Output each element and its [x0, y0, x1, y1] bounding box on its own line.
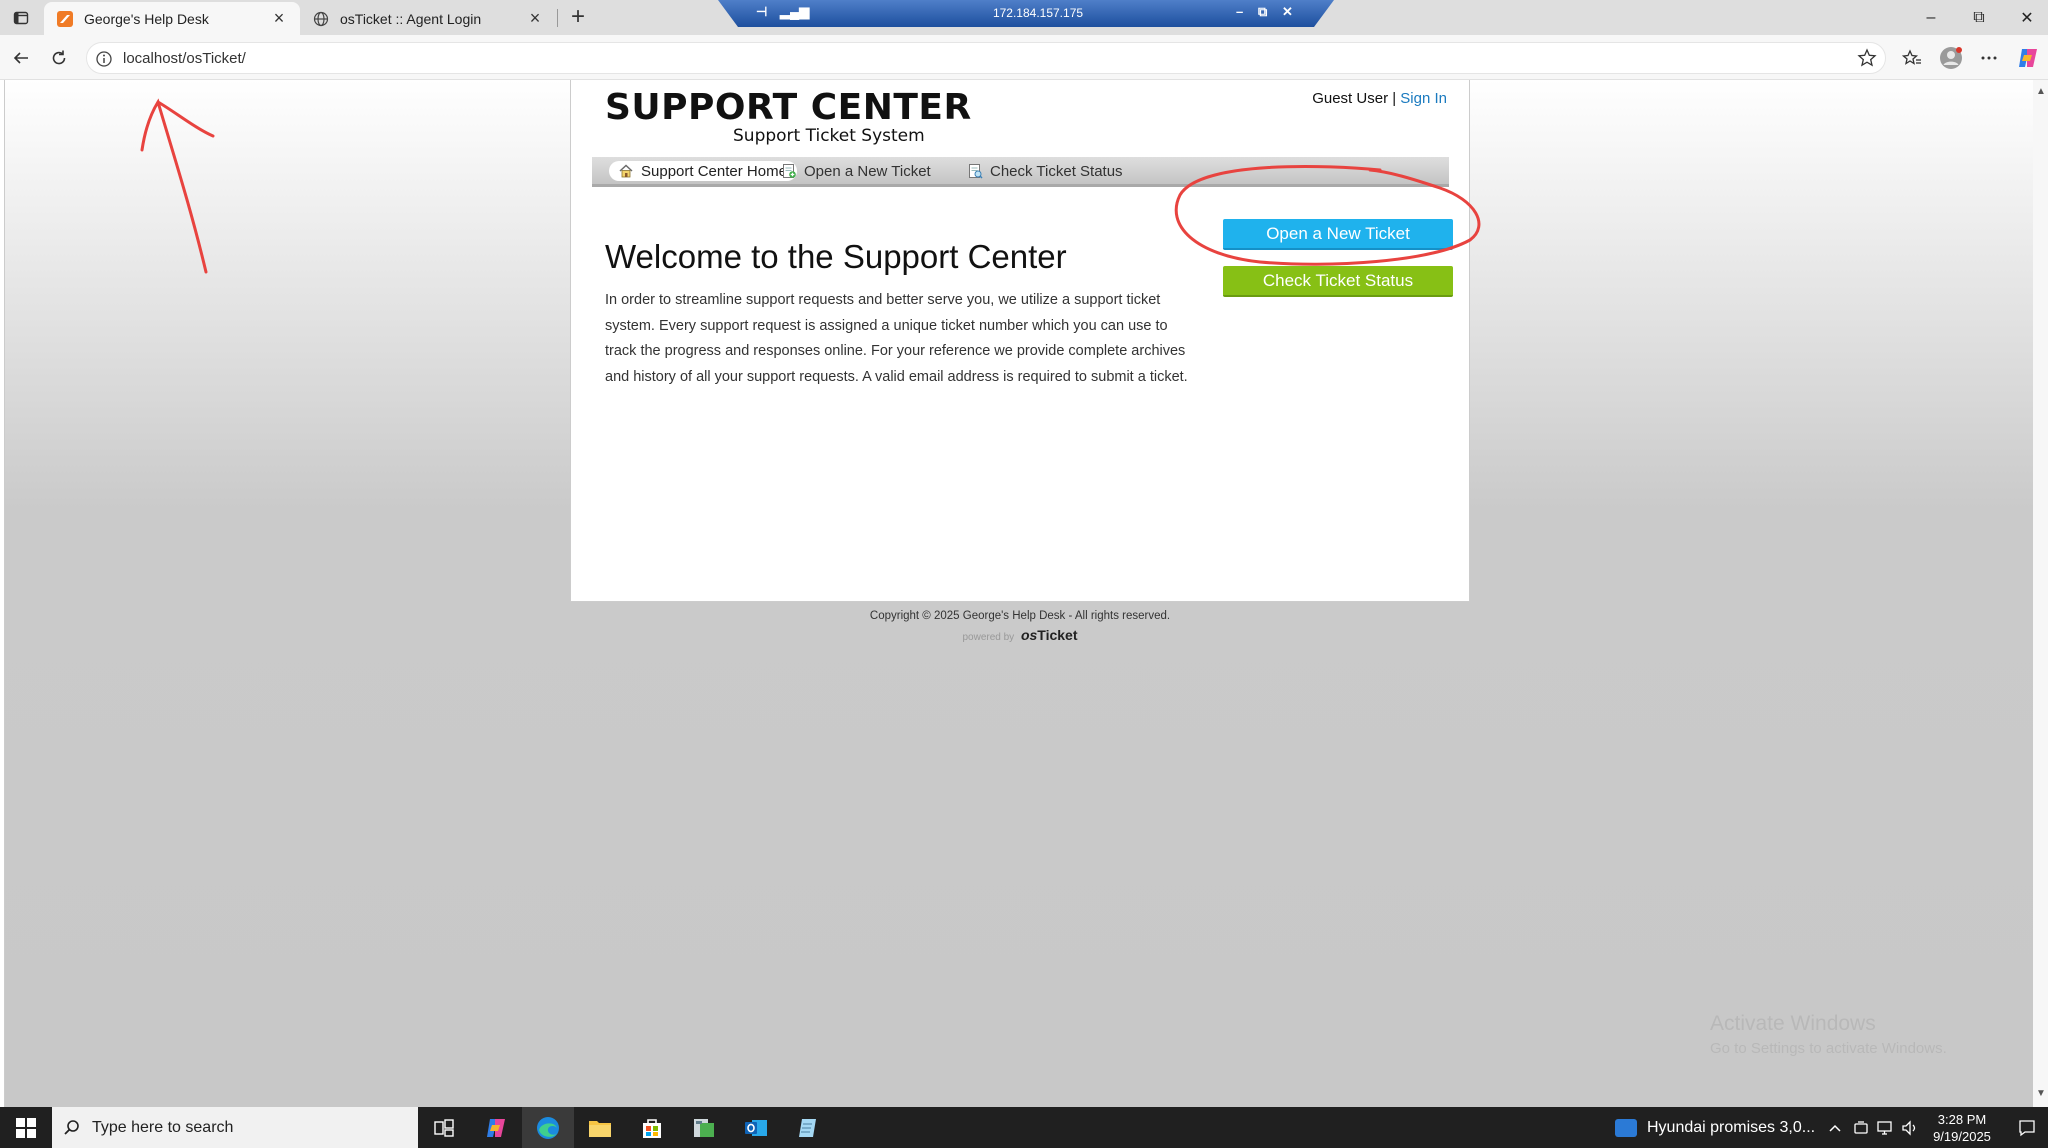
meet-now-icon[interactable]: [1853, 1107, 1869, 1148]
news-headline: Hyundai promises 3,0...: [1647, 1118, 1816, 1136]
browser-tab-strip: George's Help Desk × osTicket :: Agent L…: [0, 0, 2048, 35]
intro-paragraph: In order to streamline support requests …: [605, 292, 1188, 386]
minimize-icon[interactable]: –: [1236, 4, 1243, 19]
sign-in-link[interactable]: Sign In: [1400, 90, 1447, 107]
support-center-logo[interactable]: SUPPORT CENTER Support Ticket System: [605, 87, 972, 147]
check-ticket-status-button[interactable]: Check Ticket Status: [1223, 266, 1453, 297]
open-new-ticket-button[interactable]: Open a New Ticket: [1223, 219, 1453, 250]
window-minimize-button[interactable]: –: [1908, 4, 1954, 32]
news-widget[interactable]: Hyundai promises 3,0...: [1615, 1107, 1815, 1148]
notepad-icon[interactable]: [782, 1107, 834, 1148]
tab-title: George's Help Desk: [84, 10, 209, 27]
volume-icon[interactable]: [1901, 1107, 1919, 1148]
new-tab-button[interactable]: +: [565, 5, 591, 31]
profile-avatar[interactable]: [1937, 44, 1965, 72]
outlook-icon[interactable]: [730, 1107, 782, 1148]
favorite-star-icon[interactable]: [1857, 48, 1877, 68]
taskbar-clock[interactable]: 3:28 PM 9/19/2025: [1920, 1111, 2004, 1145]
activate-windows-watermark: Activate Windows Go to Settings to activ…: [1710, 1012, 1947, 1057]
back-button[interactable]: [7, 44, 35, 72]
remote-desktop-bar: ⊣ ▂▄▆ 172.184.157.175 – ⧉ ✕: [718, 0, 1334, 27]
file-manager-app-icon[interactable]: [678, 1107, 730, 1148]
nav-label: Check Ticket Status: [990, 162, 1123, 180]
scroll-down-arrow-icon[interactable]: ▼: [2036, 1088, 2046, 1099]
signal-icon: ▂▄▆: [780, 4, 810, 19]
brand-ticket: Ticket: [1037, 627, 1078, 643]
copyright-text: Copyright © 2025 George's Help Desk - Al…: [869, 610, 1171, 622]
pin-icon[interactable]: ⊣: [756, 4, 767, 20]
user-links: Guest User | Sign In: [1312, 90, 1447, 107]
ticket-status-icon: [966, 162, 984, 180]
main-nav: Support Center Home Open a New Ticket Ch…: [592, 157, 1449, 187]
tab-separator: [557, 9, 558, 27]
nav-support-center-home[interactable]: Support Center Home: [609, 161, 797, 181]
edge-browser-icon[interactable]: [522, 1107, 574, 1148]
nav-open-new-ticket[interactable]: Open a New Ticket: [772, 161, 941, 181]
window-close-button[interactable]: ✕: [2004, 4, 2048, 32]
search-icon: [52, 1119, 92, 1137]
clock-time: 3:28 PM: [1937, 1112, 1987, 1127]
task-view-icon[interactable]: [418, 1107, 470, 1148]
restore-icon[interactable]: ⧉: [1258, 4, 1267, 20]
logo-title: SUPPORT CENTER: [605, 87, 972, 128]
favorites-icon[interactable]: [1898, 44, 1926, 72]
logo-subtitle: Support Ticket System: [733, 126, 925, 146]
page-viewport: SUPPORT CENTER Support Ticket System Gue…: [4, 80, 2033, 1107]
globe-icon: [312, 10, 330, 28]
guest-user-label: Guest User: [1312, 90, 1389, 107]
info-icon[interactable]: [95, 50, 113, 68]
notification-center-icon[interactable]: [2006, 1107, 2048, 1148]
windows-taskbar: Type here to search Hyundai promises 3,0…: [0, 1107, 2048, 1148]
tab-actions-icon[interactable]: [10, 7, 32, 29]
file-explorer-icon[interactable]: [574, 1107, 626, 1148]
tab-helpdesk[interactable]: George's Help Desk ×: [44, 2, 300, 35]
watermark-subtitle: Go to Settings to activate Windows.: [1710, 1040, 1947, 1057]
page-title: Welcome to the Support Center: [605, 238, 1067, 275]
show-hidden-icons[interactable]: [1828, 1107, 1842, 1148]
taskbar-search-box[interactable]: Type here to search: [52, 1107, 418, 1148]
news-icon: [1615, 1118, 1637, 1137]
scroll-up-arrow-icon[interactable]: ▲: [2036, 86, 2046, 97]
osticket-logo: osTicket: [1021, 627, 1078, 643]
new-ticket-icon: [780, 162, 798, 180]
nav-check-ticket-status[interactable]: Check Ticket Status: [958, 161, 1133, 181]
separator: |: [1388, 90, 1401, 107]
close-icon[interactable]: ×: [526, 8, 544, 28]
reload-button[interactable]: [45, 44, 73, 72]
rdp-ip-address: 172.184.157.175: [992, 6, 1084, 20]
copilot-app-icon[interactable]: [470, 1107, 522, 1148]
more-options-icon[interactable]: [1975, 44, 2003, 72]
microsoft-store-icon[interactable]: [626, 1107, 678, 1148]
powered-by[interactable]: powered by osTicket: [570, 627, 1470, 643]
copilot-icon[interactable]: [2014, 44, 2042, 72]
address-bar[interactable]: localhost/osTicket/: [86, 42, 1886, 74]
support-center-container: SUPPORT CENTER Support Ticket System Gue…: [570, 80, 1470, 602]
page-scrollbar[interactable]: ▲ ▼: [2033, 80, 2048, 1107]
clock-date: 9/19/2025: [1933, 1129, 1991, 1144]
tab-agent-login[interactable]: osTicket :: Agent Login ×: [300, 2, 556, 35]
close-icon[interactable]: ×: [270, 8, 288, 28]
windows-start-icon[interactable]: [0, 1107, 52, 1148]
brand-os: os: [1020, 627, 1038, 643]
nav-label: Support Center Home: [641, 162, 787, 180]
url-text[interactable]: localhost/osTicket/: [123, 50, 246, 67]
powered-by-label: powered by: [962, 632, 1015, 643]
browser-toolbar: localhost/osTicket/: [0, 35, 2048, 80]
search-placeholder: Type here to search: [92, 1118, 234, 1136]
nav-label: Open a New Ticket: [804, 162, 931, 180]
window-restore-button[interactable]: ⧉: [1956, 4, 2002, 32]
watermark-title: Activate Windows: [1710, 1012, 1876, 1035]
osticket-favicon: [56, 10, 74, 28]
tab-title: osTicket :: Agent Login: [340, 10, 482, 27]
home-icon: [617, 162, 635, 180]
network-icon[interactable]: [1877, 1107, 1895, 1148]
close-icon[interactable]: ✕: [1282, 4, 1293, 20]
